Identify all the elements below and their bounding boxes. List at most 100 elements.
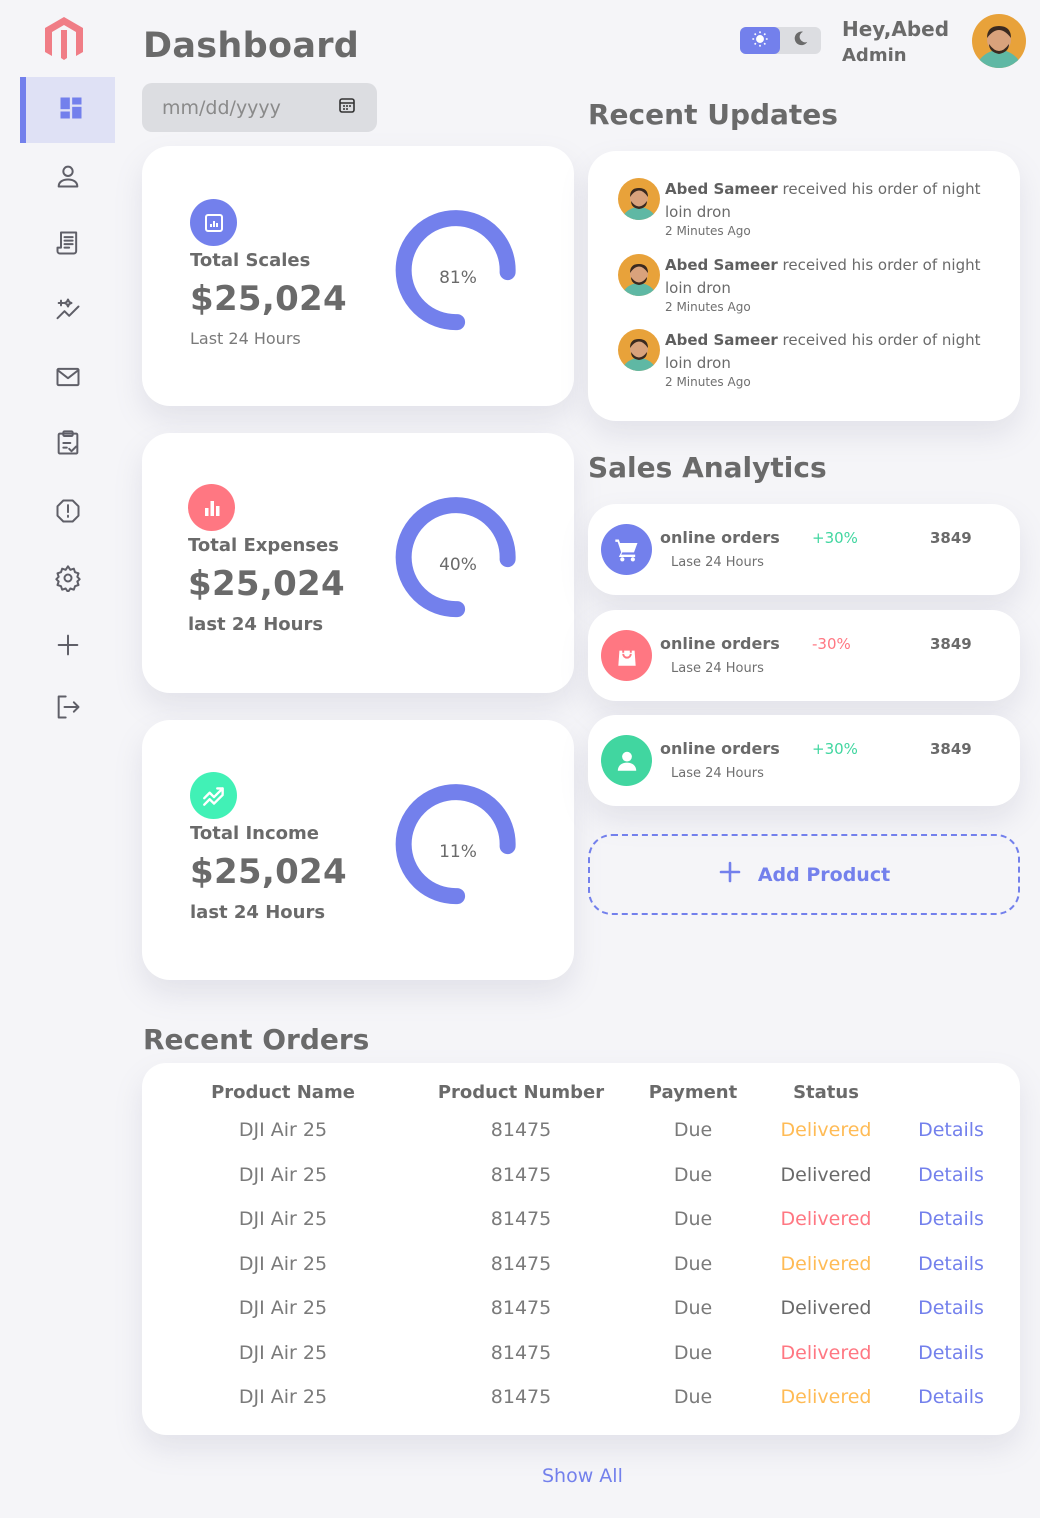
receipt-icon	[54, 229, 82, 261]
sidebar-item-products[interactable]	[20, 412, 115, 478]
update-time: 2 Minutes Ago	[665, 300, 751, 314]
payment-cell: Due	[673, 1386, 713, 1408]
avatar[interactable]	[972, 14, 1026, 68]
gauge-percent: 11%	[439, 842, 477, 862]
sidebar-item-analytics[interactable]	[20, 279, 115, 345]
calendar-icon[interactable]	[337, 95, 357, 120]
product-number-cell: 81475	[490, 1163, 552, 1186]
cart-icon	[601, 524, 652, 575]
page-title: Dashboard	[143, 26, 360, 66]
stat-label: Total Scales	[190, 250, 311, 271]
clipboard-check-icon	[54, 429, 82, 461]
analytics-count: 3849	[930, 635, 972, 653]
sidebar-item-add[interactable]	[20, 614, 115, 680]
analytics-change: +30%	[812, 529, 858, 547]
analytics-count: 3849	[930, 529, 972, 547]
payment-cell: Due	[673, 1163, 713, 1186]
plus-icon	[718, 860, 742, 889]
chart-icon	[190, 199, 237, 246]
alert-icon	[54, 497, 82, 529]
status-cell: Delivered	[780, 1119, 872, 1141]
sidebar-item-customers[interactable]	[20, 145, 115, 211]
product-name-cell: DJI Air 25	[238, 1208, 328, 1230]
sidebar-item-orders[interactable]	[20, 212, 115, 278]
add-product-label: Add Product	[757, 863, 891, 886]
details-link[interactable]: Details	[896, 1208, 1006, 1230]
payment-cell: Due	[673, 1208, 713, 1230]
add-product-button[interactable]: Add Product	[588, 834, 1020, 915]
light-mode-button[interactable]	[740, 27, 780, 54]
payment-cell: Due	[673, 1297, 713, 1319]
update-text: Abed Sameer received his order of night …	[665, 329, 995, 375]
person-icon	[601, 735, 652, 786]
status-cell: Delivered	[780, 1386, 872, 1408]
stat-card-income: Total Income $25,024 last 24 Hours 11%	[142, 720, 574, 980]
product-name-cell: DJI Air 25	[238, 1386, 328, 1408]
details-link[interactable]: Details	[896, 1119, 1006, 1141]
stat-period: last 24 Hours	[190, 902, 326, 923]
update-time: 2 Minutes Ago	[665, 375, 751, 389]
analytics-title: online orders	[660, 634, 780, 653]
update-time: 2 Minutes Ago	[665, 224, 751, 238]
payment-cell: Due	[673, 1252, 713, 1275]
payment-cell: Due	[673, 1119, 713, 1141]
details-link[interactable]: Details	[896, 1342, 1006, 1364]
bar-chart-icon	[188, 484, 235, 531]
sidebar-item-dashboard[interactable]	[20, 77, 115, 143]
stat-period: Last 24 Hours	[190, 329, 301, 348]
analytics-period: Lase 24 Hours	[671, 555, 764, 570]
logout-icon	[54, 693, 82, 725]
recent-updates-card: Abed Sameer received his order of night …	[588, 151, 1020, 421]
sidebar-item-settings[interactable]	[20, 547, 115, 613]
details-link[interactable]: Details	[896, 1297, 1006, 1319]
update-text: Abed Sameer received his order of night …	[665, 254, 995, 300]
product-name-cell: DJI Air 25	[238, 1163, 328, 1186]
date-input[interactable]: mm/dd/yyyy	[142, 83, 377, 132]
analytics-period: Lase 24 Hours	[671, 661, 764, 676]
theme-toggle[interactable]	[740, 27, 821, 54]
update-user: Abed Sameer	[665, 256, 778, 274]
gauge-percent: 40%	[439, 555, 477, 575]
moon-icon	[792, 30, 809, 51]
analytics-title: online orders	[660, 739, 780, 758]
details-link[interactable]: Details	[896, 1386, 1006, 1408]
product-number-cell: 81475	[490, 1208, 552, 1230]
bag-icon	[601, 630, 652, 681]
dark-mode-button[interactable]	[780, 27, 820, 54]
gauge-percent: 81%	[439, 268, 477, 288]
details-link[interactable]: Details	[896, 1164, 1006, 1186]
status-cell: Delivered	[780, 1341, 872, 1364]
analytics-item: online orders Lase 24 Hours +30% 3849	[588, 715, 1020, 806]
avatar	[618, 329, 660, 371]
show-all-link[interactable]: Show All	[542, 1465, 623, 1487]
avatar	[618, 178, 660, 220]
analytics-change: +30%	[812, 740, 858, 758]
column-header: Product Name	[211, 1082, 355, 1103]
stat-value: $25,024	[190, 279, 347, 319]
plus-icon	[54, 631, 82, 663]
sun-icon	[751, 30, 769, 52]
column-header: Product Number	[437, 1082, 605, 1103]
product-name-cell: DJI Air 25	[238, 1119, 328, 1141]
update-user: Abed Sameer	[665, 331, 778, 349]
recent-orders-title: Recent Orders	[143, 1023, 370, 1056]
brand-logo-icon[interactable]	[40, 14, 88, 62]
stat-value: $25,024	[190, 852, 347, 892]
details-link[interactable]: Details	[896, 1253, 1006, 1275]
sidebar-item-logout[interactable]	[20, 676, 115, 742]
greeting-text: Hey,Abed	[842, 17, 950, 41]
mail-icon	[54, 363, 82, 395]
analytics-item: online orders Lase 24 Hours +30% 3849	[588, 504, 1020, 595]
analytics-item: online orders Lase 24 Hours -30% 3849	[588, 610, 1020, 701]
update-text: Abed Sameer received his order of night …	[665, 178, 995, 224]
dashboard-icon	[57, 94, 85, 126]
sidebar-item-messages[interactable]	[20, 346, 115, 412]
user-icon	[54, 162, 82, 194]
column-header: Status	[793, 1082, 859, 1103]
user-role: Admin	[842, 45, 907, 66]
status-cell: Delivered	[780, 1252, 872, 1275]
sidebar-item-reports[interactable]	[20, 480, 115, 546]
product-number-cell: 81475	[490, 1297, 552, 1319]
sales-analytics-title: Sales Analytics	[588, 451, 827, 484]
product-name-cell: DJI Air 25	[238, 1341, 328, 1364]
